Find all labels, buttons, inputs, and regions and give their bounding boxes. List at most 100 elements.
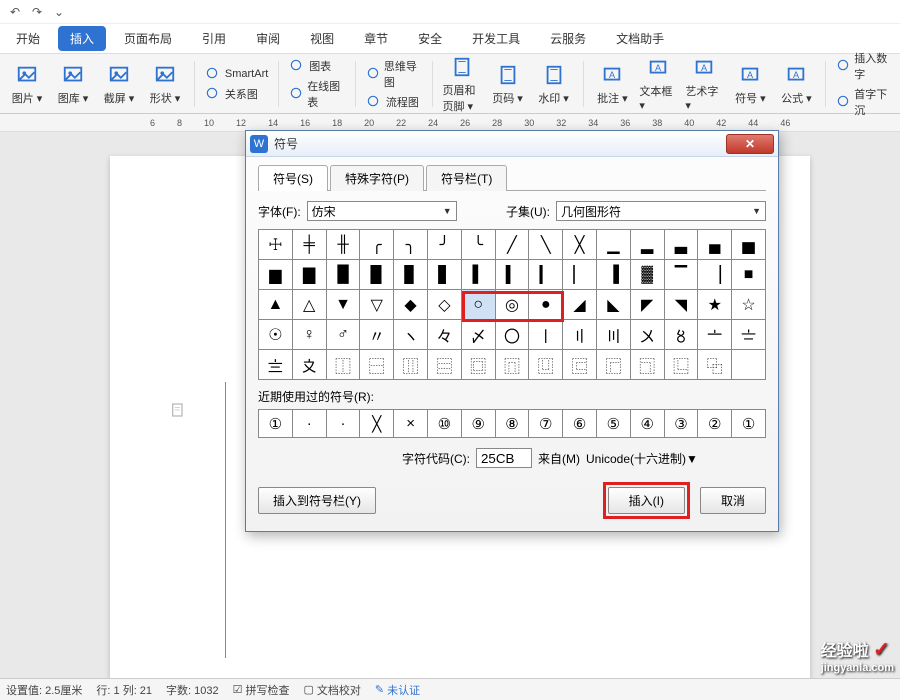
symbol-cell[interactable]: ▏ <box>563 260 597 290</box>
ribbon-符号[interactable]: A符号 ▾ <box>727 55 773 112</box>
symbol-cell[interactable]: ▼ <box>326 290 360 320</box>
symbol-cell[interactable]: 〢 <box>563 320 597 350</box>
symbol-cell[interactable]: 々 <box>427 320 461 350</box>
symbol-cell[interactable]: 〣 <box>596 320 630 350</box>
tab-0[interactable]: 符号(S) <box>258 165 328 191</box>
ribbon-截屏[interactable]: 截屏 ▾ <box>96 62 142 106</box>
symbol-cell[interactable]: 〃 <box>360 320 394 350</box>
recent-symbol[interactable]: ⑧ <box>495 410 529 438</box>
symbol-cell[interactable]: 〩 <box>292 350 326 380</box>
symbol-cell[interactable]: ● <box>529 290 563 320</box>
font-combo[interactable]: 仿宋▼ <box>307 201 457 221</box>
code-input[interactable] <box>476 448 532 468</box>
symbol-cell[interactable]: ▅ <box>732 230 766 260</box>
symbol-cell[interactable]: ╫ <box>326 230 360 260</box>
recent-symbol[interactable]: × <box>394 410 428 438</box>
status-spellcheck[interactable]: ☑ 拼写检查 <box>233 682 290 698</box>
symbol-cell[interactable]: ◤ <box>630 290 664 320</box>
symbol-cell[interactable] <box>732 350 766 380</box>
ribbon-公式[interactable]: A公式 ▾ <box>773 55 819 112</box>
ribbon-在线图表[interactable]: 在线图表 <box>285 77 349 111</box>
menu-文档助手[interactable]: 文档助手 <box>604 26 676 51</box>
ribbon-批注[interactable]: A批注 ▾ <box>589 55 635 112</box>
symbol-cell[interactable]: ▇ <box>292 260 326 290</box>
recent-symbol[interactable]: ① <box>732 410 766 438</box>
ribbon-插入数字[interactable]: 插入数字 <box>832 49 896 83</box>
symbol-cell[interactable]: ▋ <box>427 260 461 290</box>
symbol-cell[interactable]: ヽ <box>394 320 428 350</box>
recent-symbol[interactable]: ⑤ <box>596 410 630 438</box>
symbol-cell[interactable]: ▄ <box>698 230 732 260</box>
symbol-cell[interactable]: ▁ <box>596 230 630 260</box>
ribbon-水印[interactable]: 水印 ▾ <box>531 54 577 114</box>
symbol-cell[interactable]: ⿷ <box>563 350 597 380</box>
tab-1[interactable]: 特殊字符(P) <box>330 165 424 191</box>
redo-icon[interactable]: ↷ <box>28 3 46 21</box>
symbol-cell[interactable]: ◣ <box>596 290 630 320</box>
menu-插入[interactable]: 插入 <box>58 26 106 51</box>
menu-页面布局[interactable]: 页面布局 <box>112 26 184 51</box>
symbol-cell[interactable]: 〡 <box>529 320 563 350</box>
symbol-cell[interactable]: ▓ <box>630 260 664 290</box>
ribbon-思维导图[interactable]: 思维导图 <box>362 57 426 91</box>
subset-combo[interactable]: 几何图形符▼ <box>556 201 766 221</box>
symbol-cell[interactable]: 〧 <box>732 320 766 350</box>
symbol-cell[interactable]: ⿶ <box>529 350 563 380</box>
symbol-cell[interactable]: ▐ <box>596 260 630 290</box>
menu-安全[interactable]: 安全 <box>406 26 454 51</box>
ribbon-图库[interactable]: 图库 ▾ <box>50 62 96 106</box>
recent-symbol[interactable]: ╳ <box>360 410 394 438</box>
symbol-cell[interactable]: ╯ <box>427 230 461 260</box>
symbol-cell[interactable]: ▍ <box>495 260 529 290</box>
symbol-cell[interactable]: ▽ <box>360 290 394 320</box>
menu-云服务[interactable]: 云服务 <box>538 26 598 51</box>
menu-审阅[interactable]: 审阅 <box>244 26 292 51</box>
recent-symbol[interactable]: ⑨ <box>461 410 495 438</box>
symbol-cell[interactable]: ⿴ <box>461 350 495 380</box>
ribbon-艺术字[interactable]: A艺术字 ▾ <box>681 55 727 112</box>
from-combo[interactable]: Unicode(十六进制)▼ <box>586 450 766 467</box>
symbol-cell[interactable]: ▊ <box>394 260 428 290</box>
ribbon-文本框[interactable]: A文本框 ▾ <box>635 55 681 112</box>
symbol-cell[interactable]: 〤 <box>630 320 664 350</box>
symbol-cell[interactable]: ╲ <box>529 230 563 260</box>
symbol-cell[interactable]: ⿰ <box>326 350 360 380</box>
symbol-cell[interactable]: ◆ <box>394 290 428 320</box>
ribbon-SmartArt[interactable]: SmartArt <box>201 65 272 83</box>
symbol-cell[interactable]: ☉ <box>259 320 293 350</box>
symbol-cell[interactable]: ╪ <box>292 230 326 260</box>
symbol-cell[interactable]: ▎ <box>529 260 563 290</box>
recent-symbol[interactable]: ⑦ <box>529 410 563 438</box>
symbol-cell[interactable]: ◎ <box>495 290 529 320</box>
symbol-cell[interactable]: ╮ <box>394 230 428 260</box>
status-auth[interactable]: ✎ 未认证 <box>375 682 420 698</box>
symbol-cell[interactable]: ♀ <box>292 320 326 350</box>
ribbon-形状[interactable]: 形状 ▾ <box>142 62 188 106</box>
cancel-button[interactable]: 取消 <box>700 487 766 514</box>
ribbon-图片[interactable]: 图片 ▾ <box>4 62 50 106</box>
recent-symbol[interactable]: ④ <box>630 410 664 438</box>
insert-to-bar-button[interactable]: 插入到符号栏(Y) <box>258 487 376 514</box>
symbol-cell[interactable]: ⿸ <box>596 350 630 380</box>
menu-引用[interactable]: 引用 <box>190 26 238 51</box>
symbol-cell[interactable]: ▆ <box>259 260 293 290</box>
ribbon-页码[interactable]: 页码 ▾ <box>485 54 531 114</box>
symbol-cell[interactable]: ◢ <box>563 290 597 320</box>
tab-2[interactable]: 符号栏(T) <box>426 165 507 191</box>
insert-button[interactable]: 插入(I) <box>608 487 685 514</box>
symbol-cell[interactable]: ▔ <box>664 260 698 290</box>
symbol-cell[interactable]: ⿻ <box>698 350 732 380</box>
symbol-cell[interactable]: ▃ <box>664 230 698 260</box>
symbol-cell[interactable]: ╳ <box>563 230 597 260</box>
symbol-cell[interactable]: 〆 <box>461 320 495 350</box>
recent-symbol[interactable]: · <box>292 410 326 438</box>
ribbon-首字下沉[interactable]: 首字下沉 <box>832 85 896 119</box>
symbol-cell[interactable]: ╭ <box>360 230 394 260</box>
symbol-cell[interactable]: ☆ <box>732 290 766 320</box>
symbol-cell[interactable]: ■ <box>732 260 766 290</box>
more-icon[interactable]: ⌄ <box>50 3 68 21</box>
symbol-cell[interactable]: ▲ <box>259 290 293 320</box>
symbol-cell[interactable]: ◇ <box>427 290 461 320</box>
menu-开始[interactable]: 开始 <box>4 26 52 51</box>
symbol-cell[interactable]: ▌ <box>461 260 495 290</box>
